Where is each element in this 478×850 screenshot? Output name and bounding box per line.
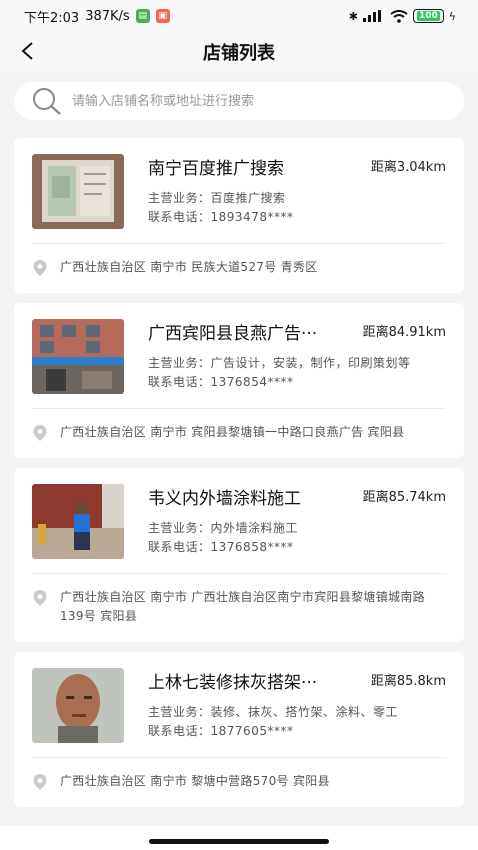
shop-list: 南宁百度推广搜索 主营业务：百度推广搜索 联系电话：1893478**** 距离… xyxy=(0,120,478,807)
shop-thumbnail-certificate xyxy=(32,154,124,229)
chevron-left-icon xyxy=(21,42,33,60)
bluetooth-icon: ✱ xyxy=(348,9,358,23)
shop-card[interactable]: 韦义内外墙涂料施工 主营业务：内外墙涂料施工 联系电话：1376858**** … xyxy=(14,468,464,642)
shop-address: 广西壮族自治区 南宁市 广西壮族自治区南宁市宾阳县黎塘镇城南路139号 宾阳县 xyxy=(60,590,425,623)
shop-distance: 距离84.91km xyxy=(362,325,446,340)
status-right: ✱ 100 ϟ xyxy=(349,9,456,23)
shop-phone: 联系电话：1376858**** xyxy=(148,540,294,554)
shop-business: 主营业务：内外墙涂料施工 xyxy=(148,521,299,535)
shop-thumbnail-storefront xyxy=(32,319,124,394)
location-pin-icon xyxy=(33,260,47,276)
bottom-bar xyxy=(0,826,478,850)
charging-icon: ϟ xyxy=(448,9,456,23)
shop-phone: 联系电话：1376854**** xyxy=(148,375,294,389)
page-title: 店铺列表 xyxy=(203,43,275,64)
shop-address: 广西壮族自治区 南宁市 宾阳县黎塘镇一中路口良燕广告 宾阳县 xyxy=(60,425,405,439)
location-pin-icon xyxy=(33,425,47,441)
search-section xyxy=(0,72,478,120)
shop-distance: 距离85.8km xyxy=(370,674,446,689)
signal-icon xyxy=(362,10,381,22)
wifi-icon xyxy=(390,9,408,23)
shop-address: 广西壮族自治区 南宁市 黎塘中营路570号 宾阳县 xyxy=(60,774,330,788)
shop-address: 广西壮族自治区 南宁市 民族大道527号 青秀区 xyxy=(60,260,318,274)
search-icon xyxy=(33,88,61,115)
search-bar[interactable] xyxy=(14,82,464,120)
shop-business: 主营业务：百度推广搜索 xyxy=(148,191,286,205)
shop-phone: 联系电话：1877605**** xyxy=(148,724,294,738)
app-notification-icon: ▣ xyxy=(155,9,170,23)
location-pin-icon xyxy=(33,590,47,606)
shop-thumbnail-worker xyxy=(32,484,124,559)
shop-business: 主营业务：广告设计，安装，制作，印刷策划等 xyxy=(148,356,411,370)
home-indicator[interactable] xyxy=(149,839,329,844)
battery-level: 100 xyxy=(416,11,440,21)
search-input[interactable] xyxy=(72,93,448,109)
shop-thumbnail-portrait xyxy=(32,668,124,743)
location-pin-icon xyxy=(33,774,47,790)
shop-card[interactable]: 南宁百度推广搜索 主营业务：百度推广搜索 联系电话：1893478**** 距离… xyxy=(14,138,464,293)
shop-distance: 距离3.04km xyxy=(370,160,446,175)
back-button[interactable] xyxy=(12,36,42,66)
nav-bar: 店铺列表 xyxy=(0,32,478,72)
status-net-speed: 387K/s xyxy=(85,8,130,24)
message-notification-icon: ▤ xyxy=(135,9,150,23)
status-left: 下午2:03 387K/s ▤ ▣ xyxy=(24,7,170,26)
shop-card[interactable]: 上林七装修抹灰搭架··· 主营业务：装修、抹灰、搭竹架、涂料、零工 联系电话：1… xyxy=(14,652,464,807)
shop-distance: 距离85.74km xyxy=(362,490,446,505)
status-time: 下午2:03 xyxy=(24,10,80,26)
battery-icon: 100 xyxy=(412,9,444,23)
shop-phone: 联系电话：1893478**** xyxy=(148,210,294,224)
shop-card[interactable]: 广西宾阳县良燕广告··· 主营业务：广告设计，安装，制作，印刷策划等 联系电话：… xyxy=(14,303,464,458)
shop-business: 主营业务：装修、抹灰、搭竹架、涂料、零工 xyxy=(148,705,399,719)
status-bar: 下午2:03 387K/s ▤ ▣ ✱ 100 ϟ xyxy=(0,0,478,32)
